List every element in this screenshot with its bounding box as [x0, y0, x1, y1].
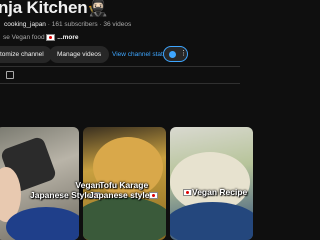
video-title-2: Tofu Karage Japanese style [89, 180, 159, 200]
description-text: se Vegan food [3, 34, 45, 42]
divider [0, 83, 240, 84]
channel-title: nja Kitchen🥷🏻 [0, 0, 109, 17]
link-icon[interactable] [6, 71, 14, 79]
manage-videos-button[interactable]: Manage videos [49, 46, 110, 63]
channel-meta: cooking_japan · 161 subscribers · 36 vid… [4, 21, 131, 28]
channel-handle: cooking_japan [4, 21, 46, 28]
customize-channel-button[interactable]: tomize channel [0, 46, 52, 63]
video-title-text: Japanese style [89, 190, 150, 200]
japan-flag-icon [149, 192, 159, 200]
video-title-line: Tofu Karage [99, 180, 149, 190]
plate-shape [83, 197, 166, 240]
video-title-text: Vegan Recipe [192, 187, 248, 197]
japan-flag-icon [46, 34, 56, 41]
more-vert-icon: ⋮ [180, 50, 187, 57]
video-title-3: Vegan Recipe [183, 187, 247, 197]
more-link[interactable]: ...more [57, 34, 78, 41]
japan-flag-icon [183, 189, 192, 197]
video-title-text: Japanese Style [30, 190, 92, 200]
plate-shape [170, 202, 253, 240]
plate-shape [6, 207, 79, 240]
channel-description[interactable]: se Vegan food ...more [3, 34, 79, 41]
video-title-line: Japanese style [89, 190, 159, 200]
promote-icon [169, 51, 176, 58]
promote-button[interactable]: ⋮ [163, 46, 188, 62]
channel-stats: · 161 subscribers · 36 videos [47, 21, 132, 28]
divider [0, 66, 240, 67]
video-thumbnail-3[interactable] [170, 127, 253, 240]
